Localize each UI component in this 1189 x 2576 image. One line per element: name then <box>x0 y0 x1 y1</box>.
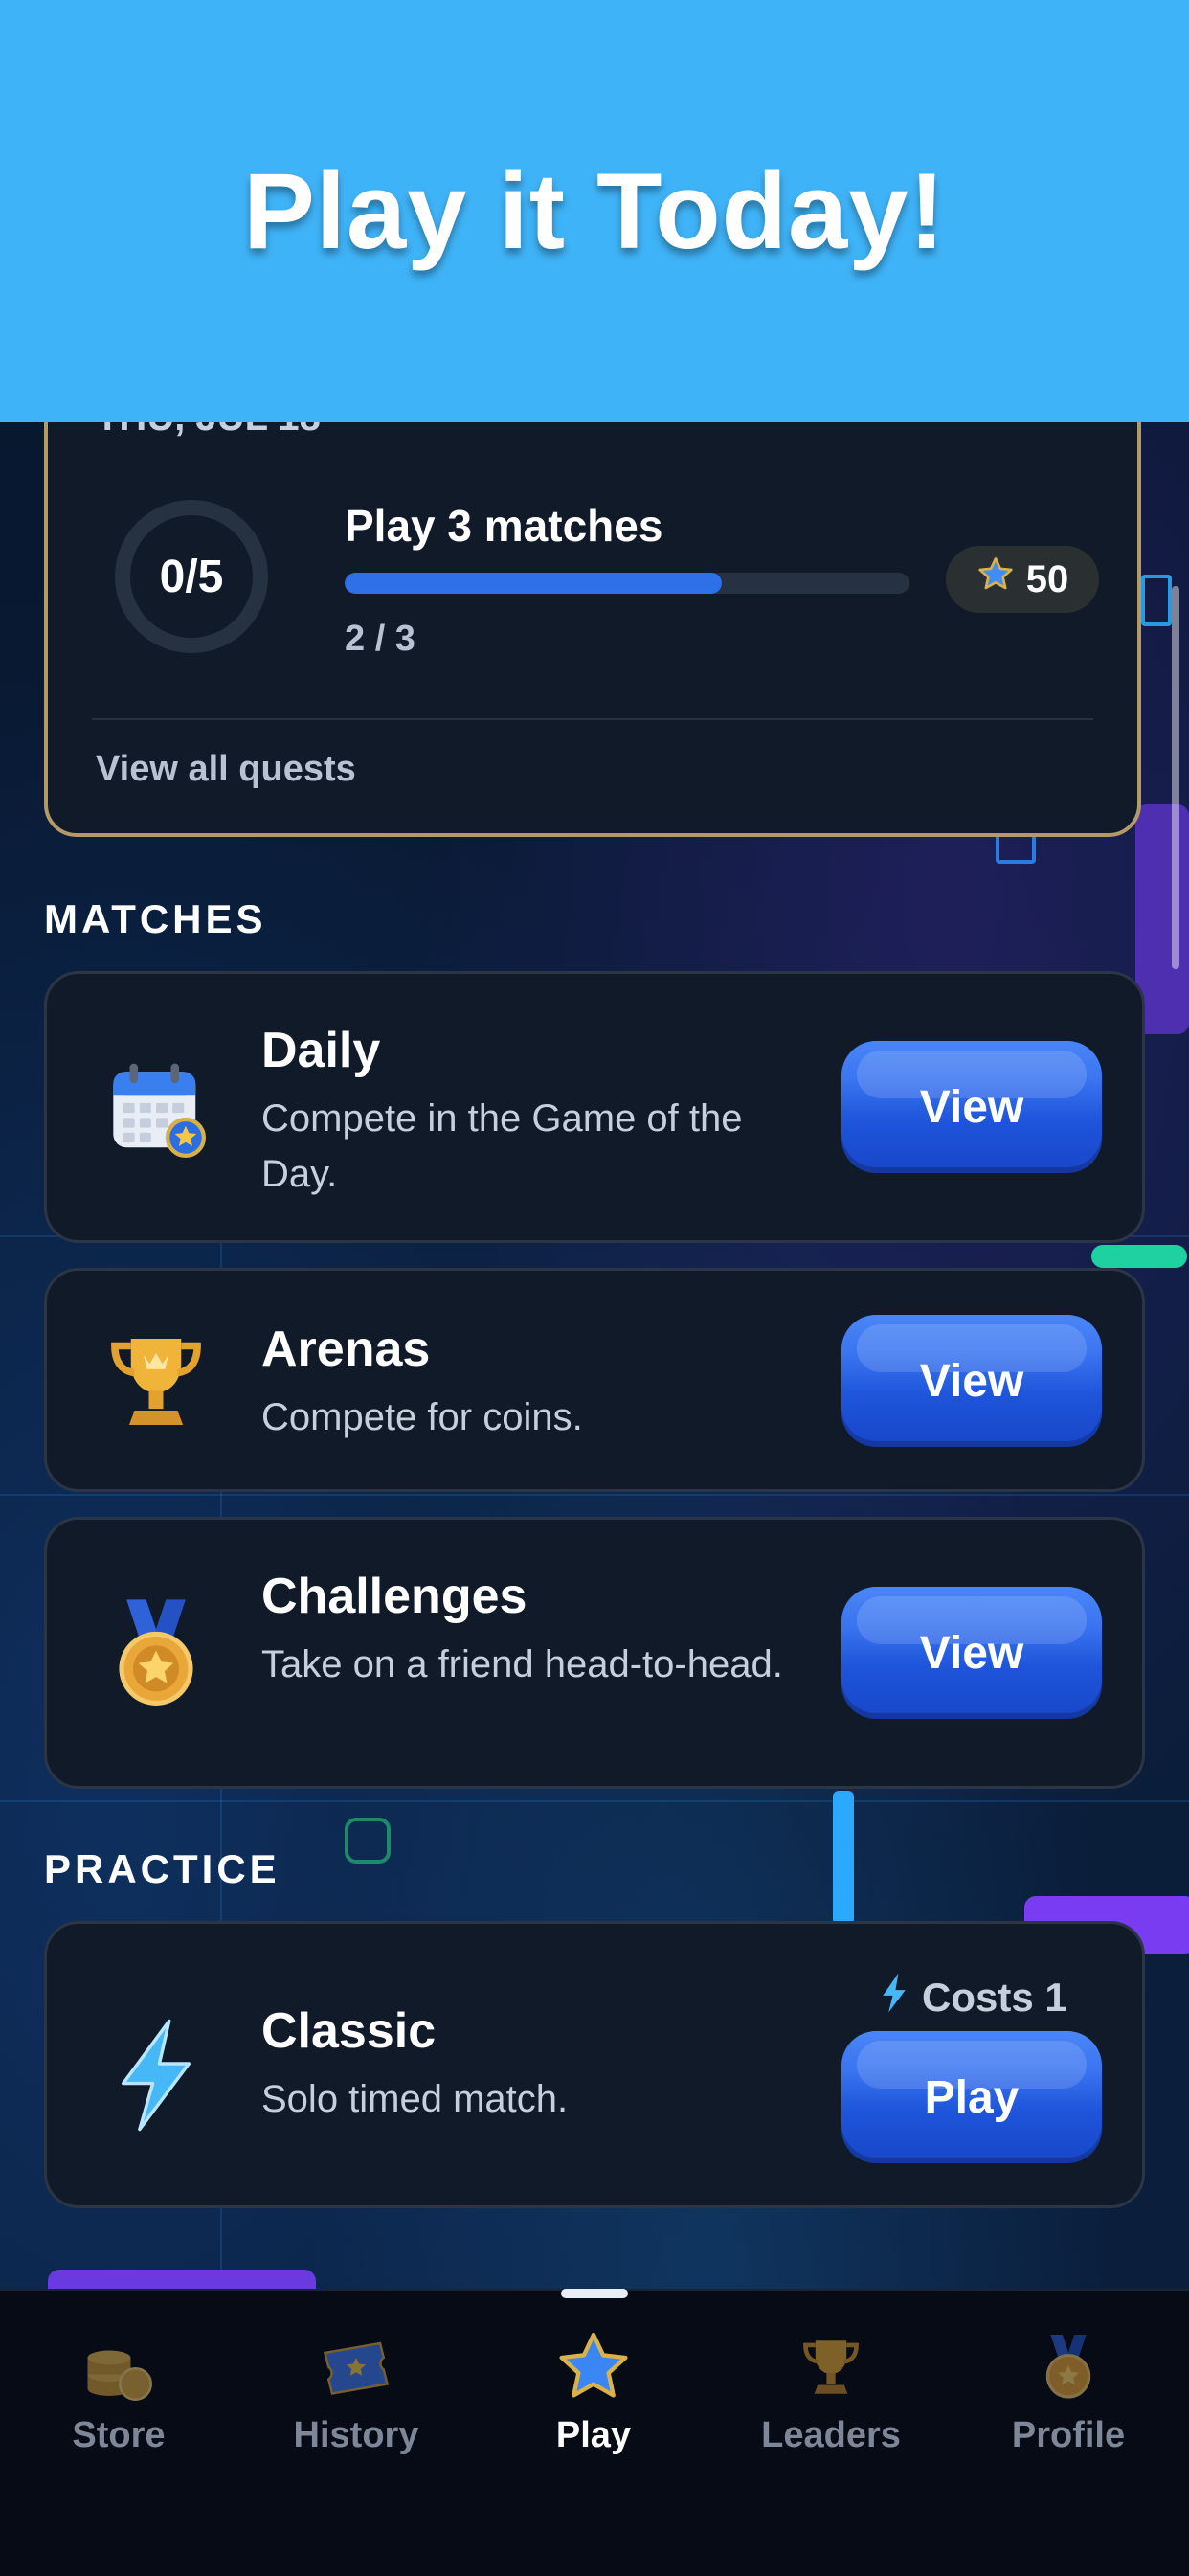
tab-bar: Store History Play Leaders Profile <box>0 2289 1189 2576</box>
practice-title: Classic <box>261 2003 437 2059</box>
quest-progress-bar <box>345 573 909 594</box>
scrollbar[interactable] <box>1172 586 1179 969</box>
tab-label: Leaders <box>761 2415 901 2455</box>
quest-progress-fill <box>345 573 722 594</box>
view-all-quests-link[interactable]: View all quests <box>96 749 356 790</box>
match-title: Challenges <box>261 1569 527 1624</box>
tab-profile[interactable]: Profile <box>950 2329 1187 2473</box>
matches-heading: MATCHES <box>44 896 267 941</box>
challenges-view-button[interactable]: View <box>841 1587 1102 1719</box>
match-title: Arenas <box>261 1322 431 1377</box>
tab-label: Play <box>555 2415 632 2455</box>
star-icon <box>976 555 1015 603</box>
calendar-icon <box>99 1051 213 1165</box>
promo-banner: Play it Today! <box>0 0 1189 422</box>
active-tab-indicator <box>561 2289 628 2298</box>
match-card-daily[interactable]: Daily Compete in the Game of the Day. Vi… <box>44 971 1145 1243</box>
match-card-arenas[interactable]: Arenas Compete for coins. View <box>44 1268 1145 1492</box>
match-title: Daily <box>261 1023 381 1078</box>
quest-progress-text: 2 / 3 <box>345 619 415 659</box>
lightning-icon <box>880 1972 909 2023</box>
trophy-icon <box>793 2329 869 2406</box>
quests-completed-ring: 0/5 <box>115 500 268 653</box>
practice-description: Solo timed match. <box>261 2078 569 2120</box>
tab-label: Store <box>72 2415 166 2455</box>
practice-heading: PRACTICE <box>44 1846 280 1891</box>
tab-label: Profile <box>1011 2415 1126 2455</box>
quest-reward-badge: 50 <box>946 546 1099 613</box>
match-card-challenges[interactable]: Challenges Take on a friend head-to-head… <box>44 1517 1145 1789</box>
ticket-icon <box>318 2329 394 2406</box>
banner-title: Play it Today! <box>243 151 946 271</box>
daily-quest-card[interactable]: THU, JUL 18 0/5 Play 3 matches 2 / 3 50 … <box>44 364 1141 837</box>
match-description: Compete for coins. <box>261 1396 583 1438</box>
divider <box>92 718 1093 720</box>
medal-icon <box>99 1596 213 1711</box>
tab-store[interactable]: Store <box>0 2329 237 2473</box>
play-cost: Costs 1 <box>880 1972 1067 2023</box>
quest-reward-value: 50 <box>1025 557 1069 600</box>
arenas-view-button[interactable]: View <box>841 1315 1102 1447</box>
practice-card-classic[interactable]: Classic Solo timed match. Costs 1 Play <box>44 1921 1145 2208</box>
classic-play-button[interactable]: Play <box>841 2031 1102 2163</box>
tab-label: History <box>293 2415 419 2455</box>
tab-leaders[interactable]: Leaders <box>712 2329 950 2473</box>
lightning-icon <box>99 2018 213 2133</box>
daily-view-button[interactable]: View <box>841 1041 1102 1173</box>
coins-icon <box>80 2329 157 2406</box>
tab-play[interactable]: Play <box>475 2329 712 2473</box>
medal-icon <box>1030 2329 1107 2406</box>
star-icon <box>555 2329 632 2406</box>
trophy-icon <box>99 1324 213 1439</box>
match-description: Take on a friend head-to-head. <box>261 1643 783 1685</box>
play-cost-text: Costs 1 <box>922 1975 1067 2020</box>
match-description: Compete in the Game of the Day. <box>261 1097 743 1195</box>
tab-history[interactable]: History <box>237 2329 475 2473</box>
quest-title: Play 3 matches <box>345 501 663 551</box>
